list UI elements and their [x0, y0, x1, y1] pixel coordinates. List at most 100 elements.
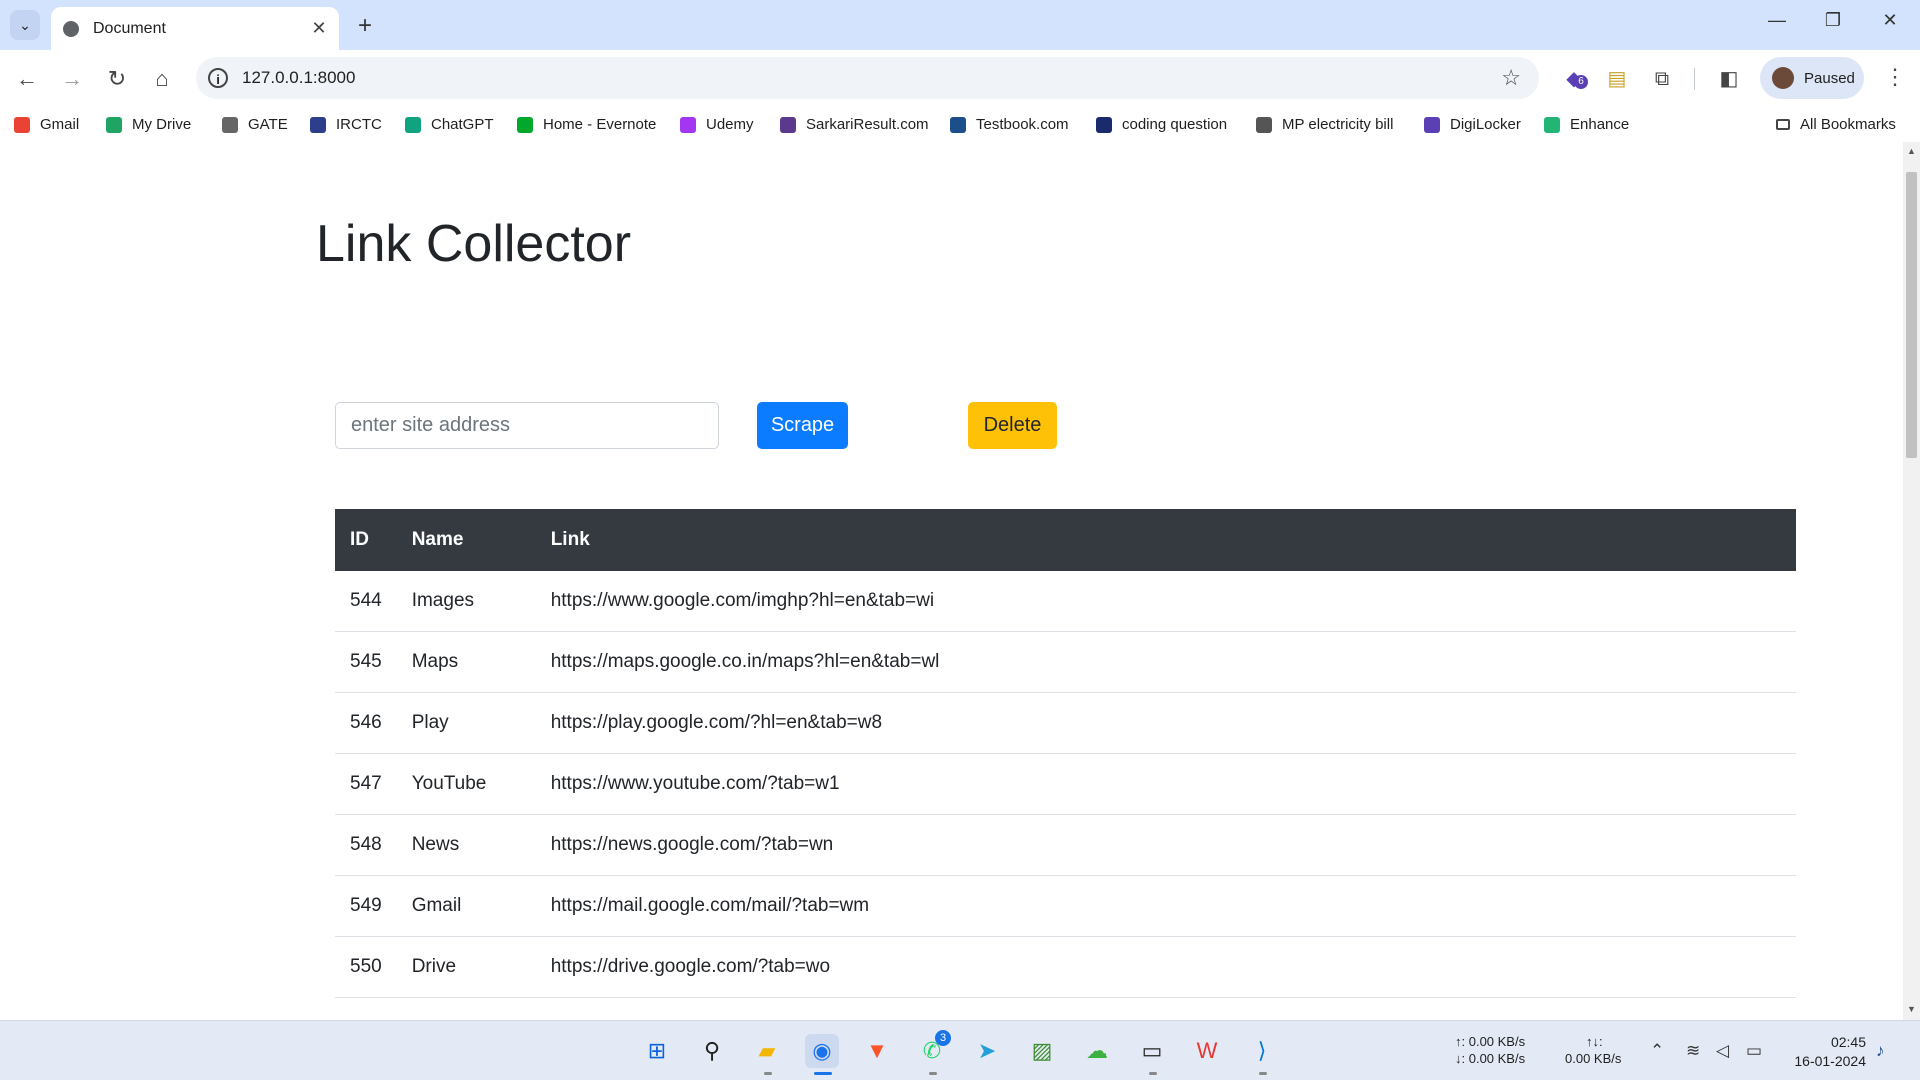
notification-bell-icon[interactable]: ♪ — [1876, 1041, 1885, 1061]
cell-id: 545 — [335, 631, 397, 693]
bookmark-label: Testbook.com — [976, 116, 1069, 133]
vscode-icon[interactable]: ⟩ — [1245, 1034, 1279, 1068]
tab-close-button[interactable]: ✕ — [307, 18, 331, 39]
bookmark-label: coding question — [1122, 116, 1228, 133]
profile-status: Paused — [1804, 69, 1855, 87]
wifi-icon[interactable]: ≋ — [1686, 1041, 1700, 1061]
minimize-button[interactable]: — — [1762, 10, 1792, 31]
udemy-icon — [680, 116, 696, 133]
cell-name: Drive — [396, 936, 536, 998]
cell-link: https://www.google.com/imghp?hl=en&tab=w… — [535, 571, 1796, 632]
brave-icon[interactable]: ▼ — [860, 1034, 894, 1068]
puzzle-extensions-icon[interactable]: ⧉ — [1648, 65, 1676, 93]
bookmark-coding-question[interactable]: coding question — [1096, 116, 1227, 133]
start-menu-icon[interactable]: ⊞ — [640, 1034, 674, 1068]
column-header-name: Name — [396, 509, 536, 571]
bookmark-gmail[interactable]: Gmail — [14, 116, 79, 133]
bookmark-label: IRCTC — [336, 116, 382, 133]
testbook-icon — [950, 116, 966, 133]
profile-button[interactable]: Paused — [1760, 57, 1864, 99]
page-title: Link Collector — [316, 215, 632, 273]
telegram-icon[interactable]: ➤ — [970, 1034, 1004, 1068]
scroll-up-arrow-icon[interactable]: ▲ — [1903, 146, 1920, 156]
browser-titlebar: ⌄ Document ✕ + — ❐ ✕ — [0, 0, 1920, 50]
bookmark-label: Udemy — [706, 116, 754, 133]
bookmark-enhance[interactable]: Enhance — [1544, 116, 1629, 133]
battery-icon[interactable]: ▭ — [1746, 1041, 1762, 1061]
bookmark-mp-electricity-bill[interactable]: MP electricity bill — [1256, 116, 1393, 133]
bookmark-label: GATE — [248, 116, 288, 133]
running-indicator — [1259, 1072, 1267, 1075]
wps-office-icon[interactable]: W — [1190, 1034, 1224, 1068]
cell-link: https://maps.google.co.in/maps?hl=en&tab… — [535, 631, 1796, 693]
whatsapp-icon[interactable]: ✆ 3 — [915, 1030, 951, 1068]
digilocker-icon — [1424, 116, 1440, 133]
table-row: 544 Images https://www.google.com/imghp?hl… — [335, 571, 1796, 632]
notes-extension-icon[interactable]: ▤ — [1603, 65, 1631, 93]
bookmark-my-drive[interactable]: My Drive — [106, 116, 191, 133]
bookmark-digilocker[interactable]: DigiLocker — [1424, 116, 1521, 133]
terminal-icon[interactable]: ▭ — [1135, 1034, 1169, 1068]
page-scrollbar[interactable]: ▲ ▼ — [1903, 142, 1920, 1020]
side-panel-icon[interactable]: ◧ — [1715, 65, 1743, 93]
site-info-icon[interactable]: i — [208, 68, 228, 88]
sarkari-icon — [780, 116, 796, 133]
chrome-icon[interactable]: ◉ — [805, 1034, 839, 1068]
table-row: 545 Maps https://maps.google.co.in/maps?hl… — [335, 631, 1796, 693]
bookmark-testbook-com[interactable]: Testbook.com — [950, 116, 1069, 133]
bookmark-sarkariresult-com[interactable]: SarkariResult.com — [780, 116, 929, 133]
image-viewer-icon[interactable]: ▨ — [1025, 1034, 1059, 1068]
tab-title: Document — [93, 19, 166, 37]
bookmark-label: DigiLocker — [1450, 116, 1521, 133]
search-icon[interactable]: ⚲ — [695, 1034, 729, 1068]
all-bookmarks-button[interactable]: All Bookmarks — [1776, 116, 1896, 133]
scrollbar-thumb[interactable] — [1906, 172, 1917, 458]
bookmark-label: Home - Evernote — [543, 116, 657, 133]
cell-id: 550 — [335, 936, 397, 998]
volume-icon[interactable]: ◁ — [1716, 1041, 1729, 1061]
windows-taskbar: ⊞ ⚲ ▰ ◉ ▼ ✆ 3 ➤ ▨ ☁ ▭ W ⟩ ↑: 0.00 KB/s ↓:… — [0, 1020, 1920, 1080]
scrape-button[interactable]: Scrape — [757, 402, 848, 449]
chevron-up-icon[interactable]: ⌃ — [1650, 1041, 1664, 1061]
cell-id: 549 — [335, 875, 397, 937]
more-menu-icon[interactable]: ⋮ — [1880, 64, 1910, 90]
back-button[interactable]: ← — [12, 64, 42, 94]
toolbar-divider — [1694, 68, 1695, 90]
bookmark-star-icon[interactable]: ☆ — [1501, 65, 1521, 91]
cell-link: https://play.google.com/?hl=en&tab=w8 — [535, 692, 1796, 754]
new-tab-button[interactable]: + — [352, 12, 378, 40]
system-clock[interactable]: 02:45 16-01-2024 — [1786, 1033, 1866, 1071]
gmail-icon — [14, 116, 30, 133]
file-explorer-icon[interactable]: ▰ — [750, 1034, 784, 1068]
tab-search-button[interactable]: ⌄ — [10, 10, 40, 40]
bookmark-label: Gmail — [40, 116, 80, 133]
maximize-button[interactable]: ❐ — [1818, 10, 1848, 31]
close-window-button[interactable]: ✕ — [1875, 10, 1905, 31]
bookmark-home-evernote[interactable]: Home - Evernote — [517, 116, 656, 133]
home-button[interactable]: ⌂ — [147, 64, 177, 94]
bookmark-chatgpt[interactable]: ChatGPT — [405, 116, 494, 133]
browser-toolbar: ← → ↻ ⌂ i 127.0.0.1:8000 ☆ ◆6 ▤ ⧉ ◧ Paus… — [0, 50, 1920, 108]
reload-icon: ↻ — [107, 66, 127, 91]
extension-icon[interactable]: ◆6 — [1560, 65, 1588, 93]
globe-icon — [63, 20, 79, 37]
coding-icon — [1096, 116, 1112, 133]
forward-button[interactable]: → — [57, 64, 87, 94]
bookmark-udemy[interactable]: Udemy — [680, 116, 754, 133]
cloud-download-icon[interactable]: ☁ — [1080, 1034, 1114, 1068]
bookmark-label: My Drive — [132, 116, 192, 133]
bookmark-irctc[interactable]: IRCTC — [310, 116, 382, 133]
address-bar[interactable]: i 127.0.0.1:8000 ☆ — [196, 57, 1539, 99]
bookmark-gate[interactable]: GATE — [222, 116, 288, 133]
scroll-down-arrow-icon[interactable]: ▼ — [1903, 1004, 1920, 1014]
column-header-id: ID — [335, 509, 397, 571]
browser-tab[interactable]: Document ✕ — [51, 7, 339, 50]
cell-id: 546 — [335, 692, 397, 754]
table-row: 550 Drive https://drive.google.com/?tab=wo — [335, 936, 1796, 998]
delete-button[interactable]: Delete — [968, 402, 1057, 449]
url-text[interactable]: 127.0.0.1:8000 — [242, 68, 1501, 88]
home-icon: ⌂ — [155, 66, 169, 91]
table-header-row: ID Name Link — [335, 509, 1796, 571]
reload-button[interactable]: ↻ — [102, 64, 132, 94]
site-address-input[interactable] — [335, 402, 719, 449]
